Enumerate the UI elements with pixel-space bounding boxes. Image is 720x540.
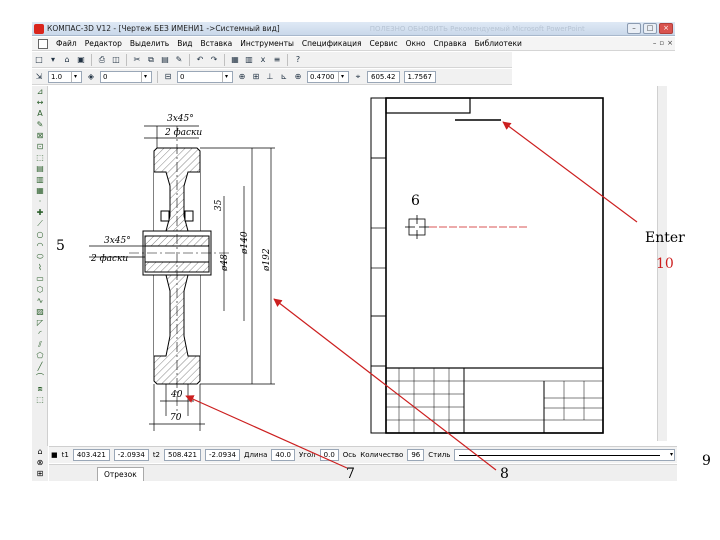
annotation-overlay: 5 6 7 8 9 Enter 10 [56,121,711,482]
annotation-10: 10 [656,256,674,272]
arrow-8 [273,298,497,471]
annotation-enter: Enter [645,230,685,246]
annotation-6: 6 [411,193,420,209]
arrow-10 [502,121,638,223]
annotation-9: 9 [702,453,711,469]
arrow-7 [185,395,348,469]
annotation-8: 8 [500,466,509,482]
annotation-5: 5 [56,238,65,254]
annotation-7: 7 [346,466,355,482]
